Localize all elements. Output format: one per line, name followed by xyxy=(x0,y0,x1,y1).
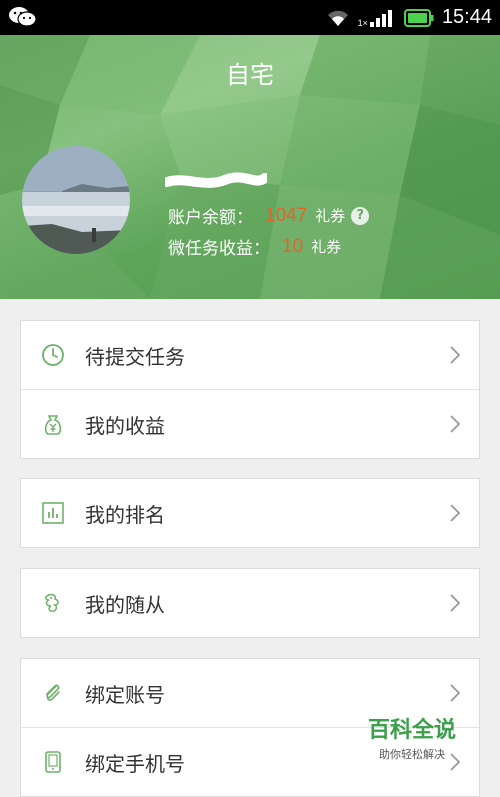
chevron-right-icon xyxy=(450,415,461,433)
clock-icon xyxy=(42,344,64,366)
menu-item-my-followers[interactable]: 我的随从 xyxy=(21,569,479,637)
menu-item-label: 绑定账号 xyxy=(85,682,165,707)
avatar-photo xyxy=(22,146,130,254)
watermark-title: 百科全说 xyxy=(367,718,456,743)
help-icon[interactable]: ? xyxy=(351,206,370,225)
avatar[interactable] xyxy=(22,146,130,254)
menu-item-label: 我的随从 xyxy=(85,592,165,617)
chevron-right-icon xyxy=(450,504,461,522)
menu-item-label: 绑定手机号 xyxy=(85,751,185,776)
menu-item-my-ranking[interactable]: 我的排名 xyxy=(21,479,479,547)
watermark-subtitle: 助你轻松解决 xyxy=(379,748,445,761)
followers-card: 我的随从 xyxy=(20,568,480,638)
menu-item-pending-tasks[interactable]: 待提交任务 xyxy=(21,321,479,389)
profile-header: 自宅 账户余额： 1047 礼券 ? 微任务收益： 10 礼券 xyxy=(0,35,500,299)
balance-label: 账户余额： xyxy=(168,208,253,228)
earnings-label: 微任务收益： xyxy=(168,239,270,259)
menu-item-label: 我的排名 xyxy=(85,502,165,527)
paperclip-icon xyxy=(46,684,60,701)
clock: 15:44 xyxy=(441,6,492,28)
page-title: 自宅 xyxy=(226,61,274,89)
bar-chart-icon xyxy=(42,502,64,524)
earnings-unit: 礼券 xyxy=(311,238,342,256)
watermark: 百科全说 助你轻松解决 xyxy=(362,712,462,762)
earnings-line: 微任务收益： 10 礼券 xyxy=(168,234,342,260)
balance-line: 账户余额： 1047 礼券 ? xyxy=(168,203,370,228)
earnings-value: 10 xyxy=(282,235,304,257)
money-bag-icon xyxy=(44,415,62,435)
wechat-notification-icon xyxy=(9,7,37,27)
battery-icon xyxy=(403,8,434,27)
menu-item-label: 待提交任务 xyxy=(85,344,185,369)
follower-creature-icon xyxy=(44,593,59,612)
balance-unit: 礼券 xyxy=(315,207,346,225)
tasks-card: 待提交任务 我的收益 xyxy=(20,320,480,459)
username-redacted-scribble xyxy=(165,172,267,188)
menu-item-my-earnings[interactable]: 我的收益 xyxy=(21,389,479,458)
status-bar: 1× 15:44 xyxy=(0,0,500,35)
balance-value: 1047 xyxy=(265,204,308,226)
menu-item-label: 我的收益 xyxy=(85,413,165,438)
signal-icon xyxy=(369,9,392,27)
chevron-right-icon xyxy=(450,684,461,702)
chevron-right-icon xyxy=(450,594,461,612)
ranking-card: 我的排名 xyxy=(20,478,480,548)
wifi-icon xyxy=(327,10,348,26)
chevron-right-icon xyxy=(450,346,461,364)
phone-icon xyxy=(45,751,61,773)
network-type-label: 1× xyxy=(357,17,368,28)
